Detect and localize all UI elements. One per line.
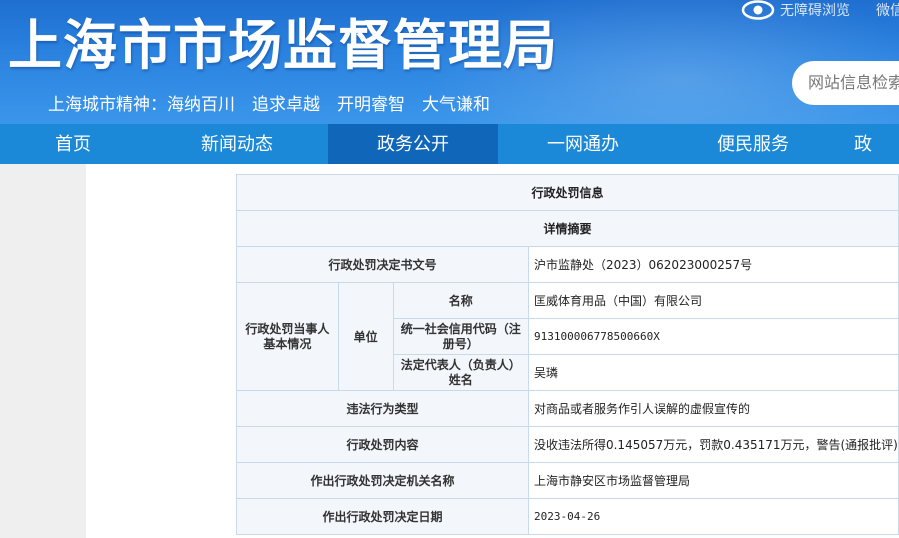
legal-rep-value: 吴璘 [527, 354, 899, 391]
wechat-link[interactable]: 微信 [876, 0, 899, 20]
table-subtitle: 详情摘要 [236, 210, 899, 247]
site-title: 上海市市场监督管理局 [8, 14, 558, 77]
authority-value: 上海市静安区市场监督管理局 [527, 462, 899, 499]
table-row: 作出行政处罚决定机关名称 上海市静安区市场监督管理局 [236, 462, 899, 499]
search-input[interactable]: 网站信息检索 [792, 61, 899, 105]
decision-date-label: 作出行政处罚决定日期 [236, 498, 529, 535]
company-name-label: 名称 [392, 282, 529, 319]
violation-type-label: 违法行为类型 [236, 390, 529, 427]
city-slogan: 上海城市精神：海纳百川 追求卓越 开明睿智 大气谦和 [48, 95, 490, 115]
table-row: 违法行为类型 对商品或者服务作引人误解的虚假宣传的 [236, 390, 899, 427]
accessibility-link[interactable]: 无障碍浏览 [780, 0, 850, 20]
doc-number-label: 行政处罚决定书文号 [236, 246, 529, 283]
table-row: 行政处罚当事人基本情况 单位 名称 匡威体育用品（中国）有限公司 [236, 282, 899, 391]
penalty-info-table: 行政处罚信息 详情摘要 行政处罚决定书文号 沪市监静处（2023）0620230… [236, 174, 899, 535]
main-nav: 首页 新闻动态 政务公开 一网通办 便民服务 政 [0, 124, 899, 164]
site-header: 上海市市场监督管理局 上海城市精神：海纳百川 追求卓越 开明睿智 大气谦和 无障… [0, 0, 899, 124]
penalty-content-value: 没收违法所得0.145057万元，罚款0.435171万元，警告(通报批评) [527, 426, 899, 463]
doc-number-value: 沪市监静处（2023）062023000257号 [527, 246, 899, 283]
eye-icon[interactable] [741, 0, 775, 20]
table-title: 行政处罚信息 [236, 174, 899, 211]
authority-label: 作出行政处罚决定机关名称 [236, 462, 529, 499]
nav-item-more[interactable]: 政 [838, 124, 899, 164]
violation-type-value: 对商品或者服务作引人误解的虚假宣传的 [527, 390, 899, 427]
table-row: 行政处罚决定书文号 沪市监静处（2023）062023000257号 [236, 246, 899, 283]
table-row: 作出行政处罚决定日期 2023-04-26 [236, 498, 899, 535]
nav-item-news[interactable]: 新闻动态 [146, 124, 328, 164]
decision-date-value: 2023-04-26 [527, 498, 899, 535]
credit-code-value: 913100006778500660X [527, 318, 899, 355]
nav-item-government-affairs[interactable]: 政务公开 [328, 124, 498, 164]
unit-label: 单位 [337, 282, 394, 391]
credit-code-label: 统一社会信用代码（注册号） [392, 318, 529, 355]
penalty-content-label: 行政处罚内容 [236, 426, 529, 463]
table-row: 行政处罚内容 没收违法所得0.145057万元，罚款0.435171万元，警告(… [236, 426, 899, 463]
table-row: 行政处罚信息 [236, 174, 899, 211]
table-row: 详情摘要 [236, 210, 899, 247]
nav-item-one-stop-service[interactable]: 一网通办 [498, 124, 668, 164]
company-name-value: 匡威体育用品（中国）有限公司 [527, 282, 899, 319]
party-info-label: 行政处罚当事人基本情况 [236, 282, 339, 391]
legal-rep-label: 法定代表人（负责人）姓名 [392, 354, 529, 391]
nav-item-home[interactable]: 首页 [0, 124, 146, 164]
nav-item-public-services[interactable]: 便民服务 [668, 124, 838, 164]
